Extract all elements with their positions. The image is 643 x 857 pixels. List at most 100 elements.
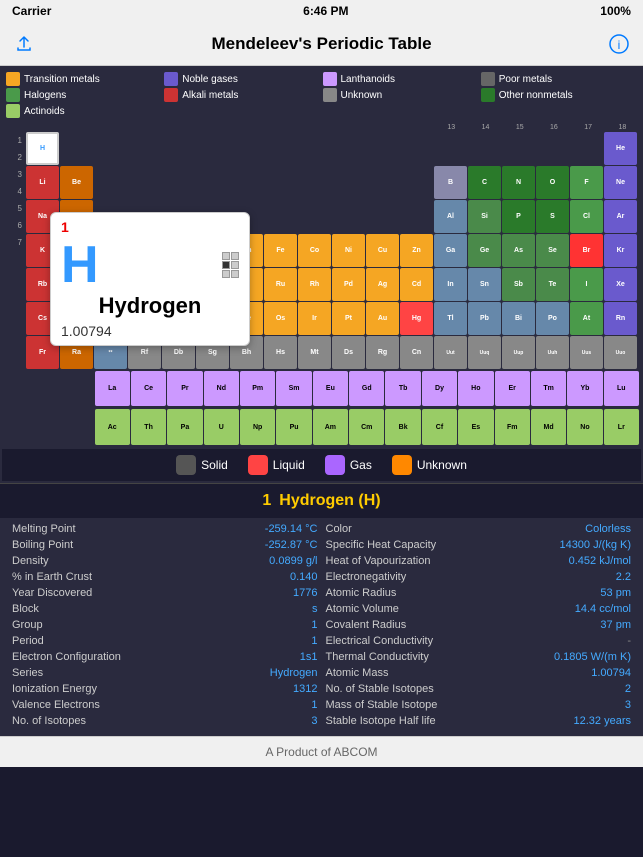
element-Dy[interactable]: Dy <box>422 371 457 406</box>
element-Cf[interactable]: Cf <box>422 409 457 444</box>
element-Au[interactable]: Au <box>366 302 399 335</box>
element-Br[interactable]: Br <box>570 234 603 267</box>
element-Sn[interactable]: Sn <box>468 268 501 301</box>
element-No[interactable]: No <box>567 409 602 444</box>
element-H[interactable]: H <box>26 132 59 165</box>
element-Pd[interactable]: Pd <box>332 268 365 301</box>
element-Uut[interactable]: Uut <box>434 336 467 369</box>
element-Ir[interactable]: Ir <box>298 302 331 335</box>
element-Sm[interactable]: Sm <box>276 371 311 406</box>
element-Te[interactable]: Te <box>536 268 569 301</box>
element-Cn[interactable]: Cn <box>400 336 433 369</box>
element-Rn[interactable]: Rn <box>604 302 637 335</box>
element-Ga[interactable]: Ga <box>434 234 467 267</box>
element-Cm[interactable]: Cm <box>349 409 384 444</box>
element-Cu[interactable]: Cu <box>366 234 399 267</box>
legend-actinoids: Actinoids <box>6 104 162 118</box>
element-Ru[interactable]: Ru <box>264 268 297 301</box>
element-P[interactable]: P <box>502 200 535 233</box>
element-Be[interactable]: Be <box>60 166 93 199</box>
element-Nd[interactable]: Nd <box>204 371 239 406</box>
element-F[interactable]: F <box>570 166 603 199</box>
element-Pb[interactable]: Pb <box>468 302 501 335</box>
element-Ne[interactable]: Ne <box>604 166 637 199</box>
element-Xe[interactable]: Xe <box>604 268 637 301</box>
element-At[interactable]: At <box>570 302 603 335</box>
element-Er[interactable]: Er <box>495 371 530 406</box>
element-Bi[interactable]: Bi <box>502 302 535 335</box>
element-Al[interactable]: Al <box>434 200 467 233</box>
element-As[interactable]: As <box>502 234 535 267</box>
element-Gd[interactable]: Gd <box>349 371 384 406</box>
element-Cd[interactable]: Cd <box>400 268 433 301</box>
element-Ce[interactable]: Ce <box>131 371 166 406</box>
element-Pr[interactable]: Pr <box>167 371 202 406</box>
element-Pu[interactable]: Pu <box>276 409 311 444</box>
element-Zn[interactable]: Zn <box>400 234 433 267</box>
element-Mt[interactable]: Mt <box>298 336 331 369</box>
element-Hg[interactable]: Hg <box>400 302 433 335</box>
element-Uuh[interactable]: Uuh <box>536 336 569 369</box>
element-Ac[interactable]: Ac <box>95 409 130 444</box>
element-Ho[interactable]: Ho <box>458 371 493 406</box>
element-O[interactable]: O <box>536 166 569 199</box>
element-Ar[interactable]: Ar <box>604 200 637 233</box>
element-He[interactable]: He <box>604 132 637 165</box>
element-Ag[interactable]: Ag <box>366 268 399 301</box>
element-N[interactable]: N <box>502 166 535 199</box>
element-Lu[interactable]: Lu <box>604 371 639 406</box>
element-Si[interactable]: Si <box>468 200 501 233</box>
info-group: Group 1 <box>8 618 322 632</box>
element-La[interactable]: La <box>95 371 130 406</box>
element-Ge[interactable]: Ge <box>468 234 501 267</box>
element-Tm[interactable]: Tm <box>531 371 566 406</box>
element-Po[interactable]: Po <box>536 302 569 335</box>
element-Yb[interactable]: Yb <box>567 371 602 406</box>
info-valence: Valence Electrons 1 <box>8 698 322 712</box>
element-Cl[interactable]: Cl <box>570 200 603 233</box>
element-Es[interactable]: Es <box>458 409 493 444</box>
element-Os[interactable]: Os <box>264 302 297 335</box>
element-Eu[interactable]: Eu <box>313 371 348 406</box>
element-Lr[interactable]: Lr <box>604 409 639 444</box>
element-Am[interactable]: Am <box>313 409 348 444</box>
element-Pt[interactable]: Pt <box>332 302 365 335</box>
element-Ds[interactable]: Ds <box>332 336 365 369</box>
nonmetal-dot <box>481 88 495 102</box>
element-Fm[interactable]: Fm <box>495 409 530 444</box>
element-Np[interactable]: Np <box>240 409 275 444</box>
element-B[interactable]: B <box>434 166 467 199</box>
element-Kr[interactable]: Kr <box>604 234 637 267</box>
state-unknown: Unknown <box>392 455 467 475</box>
element-Se[interactable]: Se <box>536 234 569 267</box>
element-Md[interactable]: Md <box>531 409 566 444</box>
transition-label: Transition metals <box>24 74 100 85</box>
element-C[interactable]: C <box>468 166 501 199</box>
element-Uuo[interactable]: Uuo <box>604 336 637 369</box>
element-Ni[interactable]: Ni <box>332 234 365 267</box>
element-Bk[interactable]: Bk <box>385 409 420 444</box>
element-S[interactable]: S <box>536 200 569 233</box>
element-In[interactable]: In <box>434 268 467 301</box>
legend-halogens: Halogens <box>6 88 162 102</box>
element-Tl[interactable]: Tl <box>434 302 467 335</box>
element-Pm[interactable]: Pm <box>240 371 275 406</box>
element-Uuq[interactable]: Uuq <box>468 336 501 369</box>
element-I[interactable]: I <box>570 268 603 301</box>
element-Tb[interactable]: Tb <box>385 371 420 406</box>
element-Li[interactable]: Li <box>26 166 59 199</box>
element-U[interactable]: U <box>204 409 239 444</box>
info-button[interactable]: i <box>607 32 631 56</box>
element-Hs[interactable]: Hs <box>264 336 297 369</box>
element-Uus[interactable]: Uus <box>570 336 603 369</box>
col-num-14: 14 <box>469 124 502 131</box>
share-button[interactable] <box>12 32 36 56</box>
element-Rg[interactable]: Rg <box>366 336 399 369</box>
element-Pa[interactable]: Pa <box>167 409 202 444</box>
element-Co[interactable]: Co <box>298 234 331 267</box>
element-Sb[interactable]: Sb <box>502 268 535 301</box>
element-Uup[interactable]: Uup <box>502 336 535 369</box>
element-Rh[interactable]: Rh <box>298 268 331 301</box>
element-Th[interactable]: Th <box>131 409 166 444</box>
element-Fe[interactable]: Fe <box>264 234 297 267</box>
